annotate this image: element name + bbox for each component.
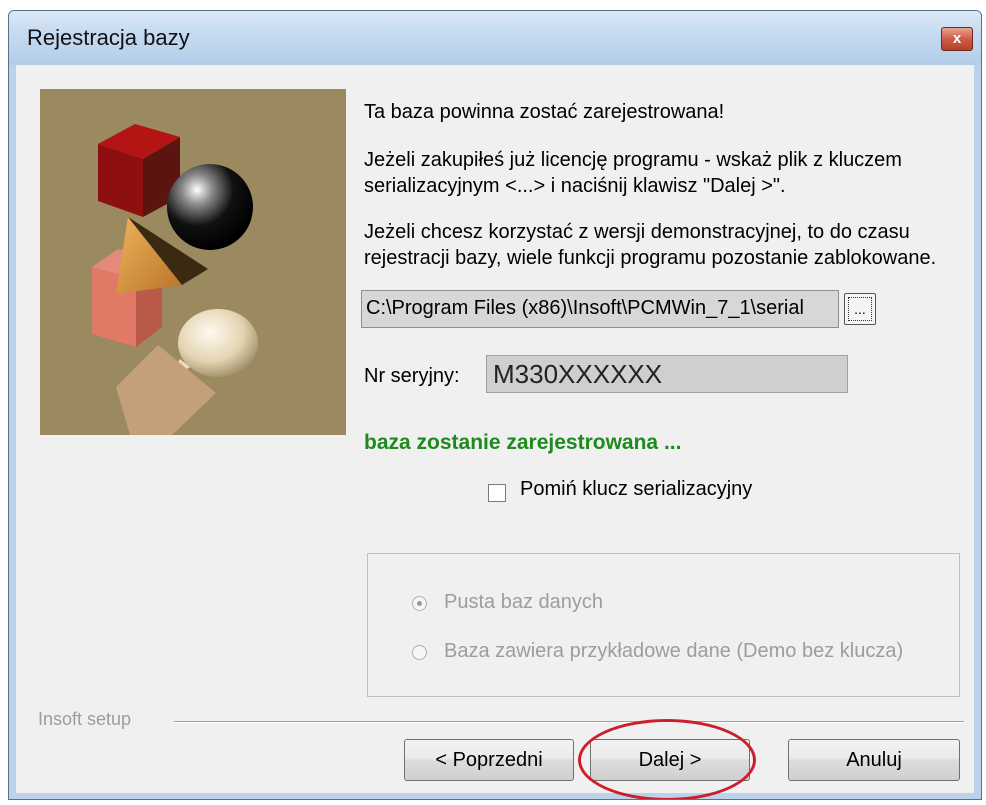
setup-illustration <box>40 89 346 435</box>
registration-status: baza zostanie zarejestrowana ... <box>364 431 682 454</box>
info-license-line-2: serializacyjnym <...> i naciśnij klawisz… <box>364 175 786 197</box>
key-file-path-input[interactable] <box>362 291 830 325</box>
close-button[interactable]: x <box>941 27 973 51</box>
next-button[interactable]: Dalej > <box>590 739 750 781</box>
radio-demo-database <box>412 645 427 660</box>
info-demo-line-2: rejestracji bazy, wiele funkcji programu… <box>364 247 937 269</box>
radio-selected-dot <box>417 601 422 606</box>
database-options-group: Pusta baz danych Baza zawiera przykładow… <box>367 553 960 697</box>
dialog-body: Ta baza powinna zostać zarejestrowana! J… <box>16 65 974 799</box>
serial-number-label: Nr seryjny: <box>364 365 460 387</box>
browse-key-file-button[interactable]: ... <box>844 293 876 325</box>
back-button[interactable]: < Poprzedni <box>404 739 574 781</box>
radio-empty-database-label: Pusta baz danych <box>444 591 603 613</box>
geometric-shapes-image <box>92 124 258 435</box>
window-title: Rejestracja bazy <box>27 25 190 50</box>
dialog-window: Rejestracja bazy x Ta baza powinna zosta… <box>8 10 982 800</box>
info-license-line-1: Jeżeli zakupiłeś już licencję programu -… <box>364 149 902 171</box>
skip-key-label[interactable]: Pomiń klucz serializacyjny <box>520 478 752 501</box>
key-file-path-field[interactable] <box>361 290 839 328</box>
info-demo-line-1: Jeżeli chcesz korzystać z wersji demonst… <box>364 221 910 243</box>
footer-separator-label: Insoft setup <box>38 709 132 729</box>
cancel-button[interactable]: Anuluj <box>788 739 960 781</box>
serial-number-field <box>486 355 849 393</box>
skip-key-checkbox[interactable] <box>488 484 506 502</box>
footer-separator-line <box>174 721 964 723</box>
info-registration-required: Ta baza powinna zostać zarejestrowana! <box>364 101 725 123</box>
radio-demo-database-label: Baza zawiera przykładowe dane (Demo bez … <box>444 640 904 662</box>
close-icon: x <box>952 30 962 47</box>
folder-browse-icon: ... <box>848 297 872 321</box>
radio-empty-database <box>412 596 427 611</box>
title-bar: Rejestracja bazy x <box>9 11 981 65</box>
serial-number-input <box>487 356 849 392</box>
